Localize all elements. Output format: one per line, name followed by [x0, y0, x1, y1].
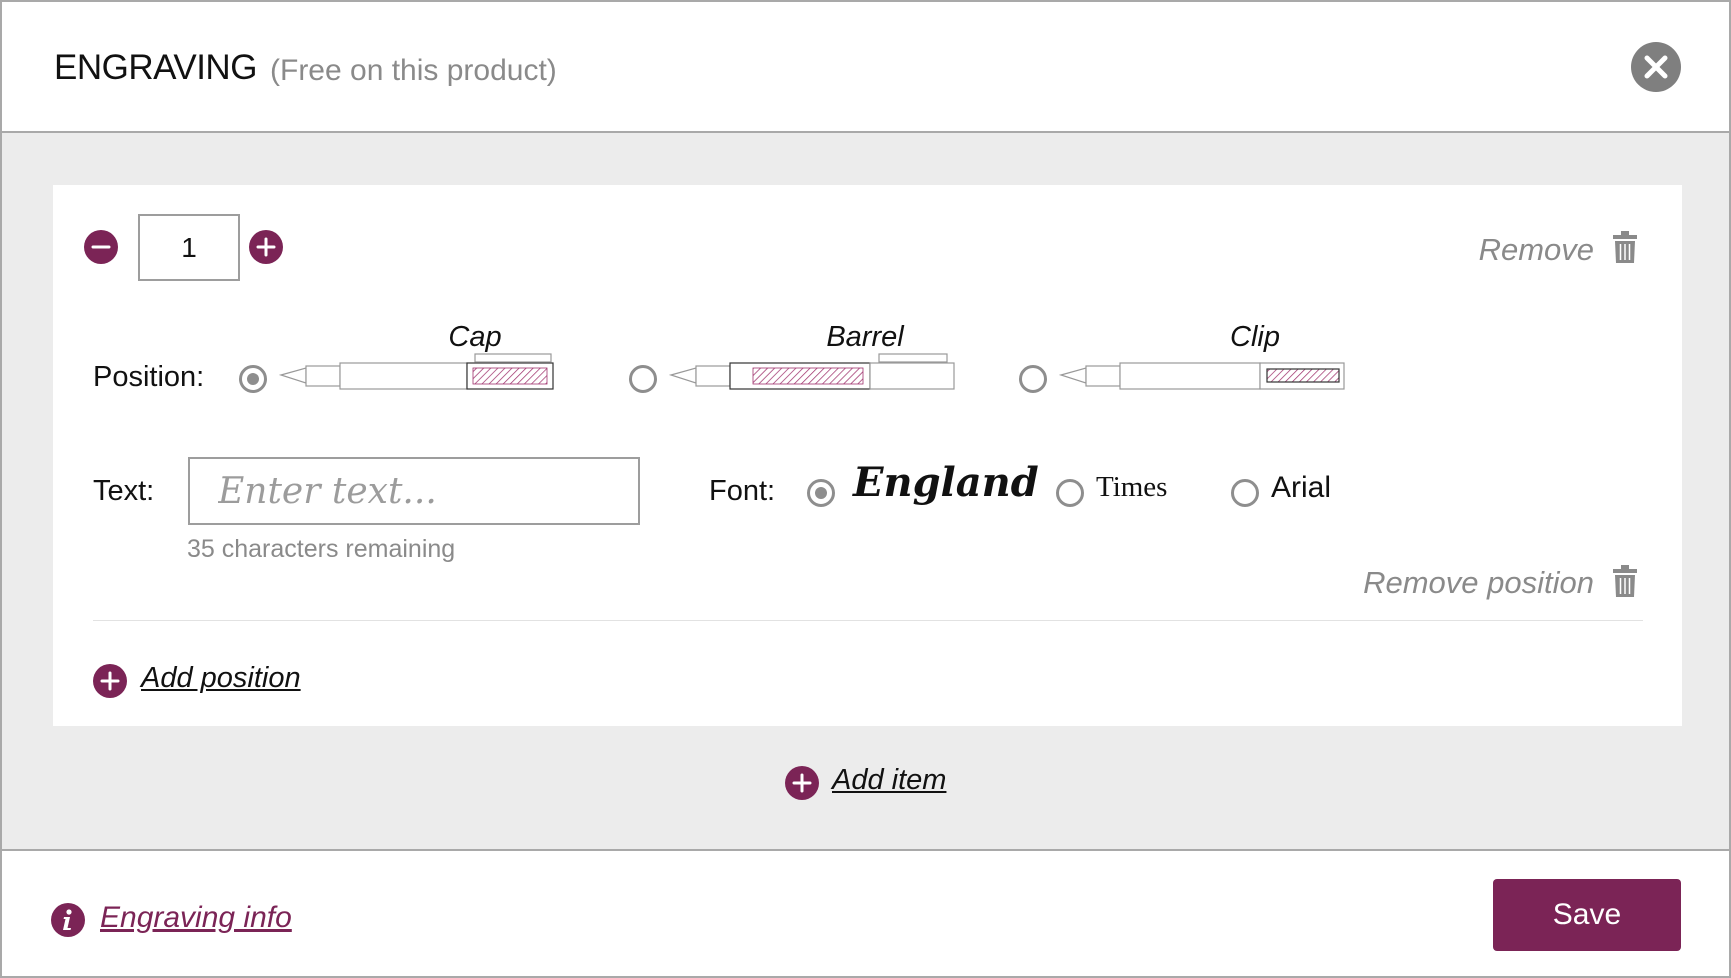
position-cap-radio[interactable]	[239, 365, 267, 393]
remove-position-link[interactable]: Remove position	[1363, 565, 1594, 601]
position-barrel-radio[interactable]	[629, 365, 657, 393]
add-item-button[interactable]	[785, 766, 819, 800]
engraving-item-card: 1 Remove Position: Cap Barrel Clip Text:…	[53, 185, 1682, 726]
characters-remaining: 35 characters remaining	[187, 535, 456, 563]
modal-title: ENGRAVING	[54, 48, 257, 87]
increase-quantity-button[interactable]	[249, 230, 283, 264]
font-england-label: England	[853, 459, 1039, 506]
modal-header: ENGRAVING (Free on this product)	[2, 2, 1729, 133]
position-label: Position:	[93, 361, 205, 393]
font-arial-radio[interactable]	[1231, 479, 1259, 507]
trash-icon[interactable]	[1613, 565, 1637, 597]
divider	[93, 620, 1643, 621]
position-barrel-label: Barrel	[826, 321, 904, 353]
font-times-radio[interactable]	[1056, 479, 1084, 507]
pen-barrel-engraving-illustration	[669, 353, 955, 390]
position-clip-radio[interactable]	[1019, 365, 1047, 393]
add-position-button[interactable]	[93, 664, 127, 698]
modal-footer: Engraving info Save	[2, 849, 1729, 976]
font-arial-label: Arial	[1271, 471, 1332, 504]
decrease-quantity-button[interactable]	[84, 230, 118, 264]
close-button[interactable]	[1631, 42, 1681, 92]
add-item-link[interactable]: Add item	[832, 764, 946, 797]
text-label: Text:	[93, 475, 155, 507]
plus-icon	[792, 773, 812, 793]
font-england-radio[interactable]	[807, 479, 835, 507]
plus-icon	[100, 671, 120, 691]
pen-cap-engraving-illustration	[279, 353, 554, 390]
close-icon	[1644, 55, 1668, 79]
trash-icon[interactable]	[1613, 231, 1637, 263]
plus-icon	[256, 237, 276, 257]
engraving-modal: ENGRAVING (Free on this product) 1 Remov…	[0, 0, 1731, 978]
quantity-field[interactable]: 1	[138, 214, 240, 281]
position-clip-label: Clip	[1230, 321, 1280, 353]
info-icon	[51, 903, 85, 937]
remove-item-link[interactable]: Remove	[1479, 232, 1594, 268]
engraving-text-input[interactable]	[188, 457, 640, 525]
engraving-info-link[interactable]: Engraving info	[100, 901, 292, 935]
position-cap-label: Cap	[448, 321, 502, 353]
font-times-label: Times	[1096, 471, 1168, 503]
pen-clip-engraving-illustration	[1059, 362, 1345, 390]
modal-subtitle: (Free on this product)	[270, 54, 557, 87]
save-button[interactable]: Save	[1493, 879, 1681, 951]
font-label: Font:	[709, 475, 776, 507]
minus-icon	[91, 245, 111, 249]
add-position-link[interactable]: Add position	[141, 662, 301, 695]
